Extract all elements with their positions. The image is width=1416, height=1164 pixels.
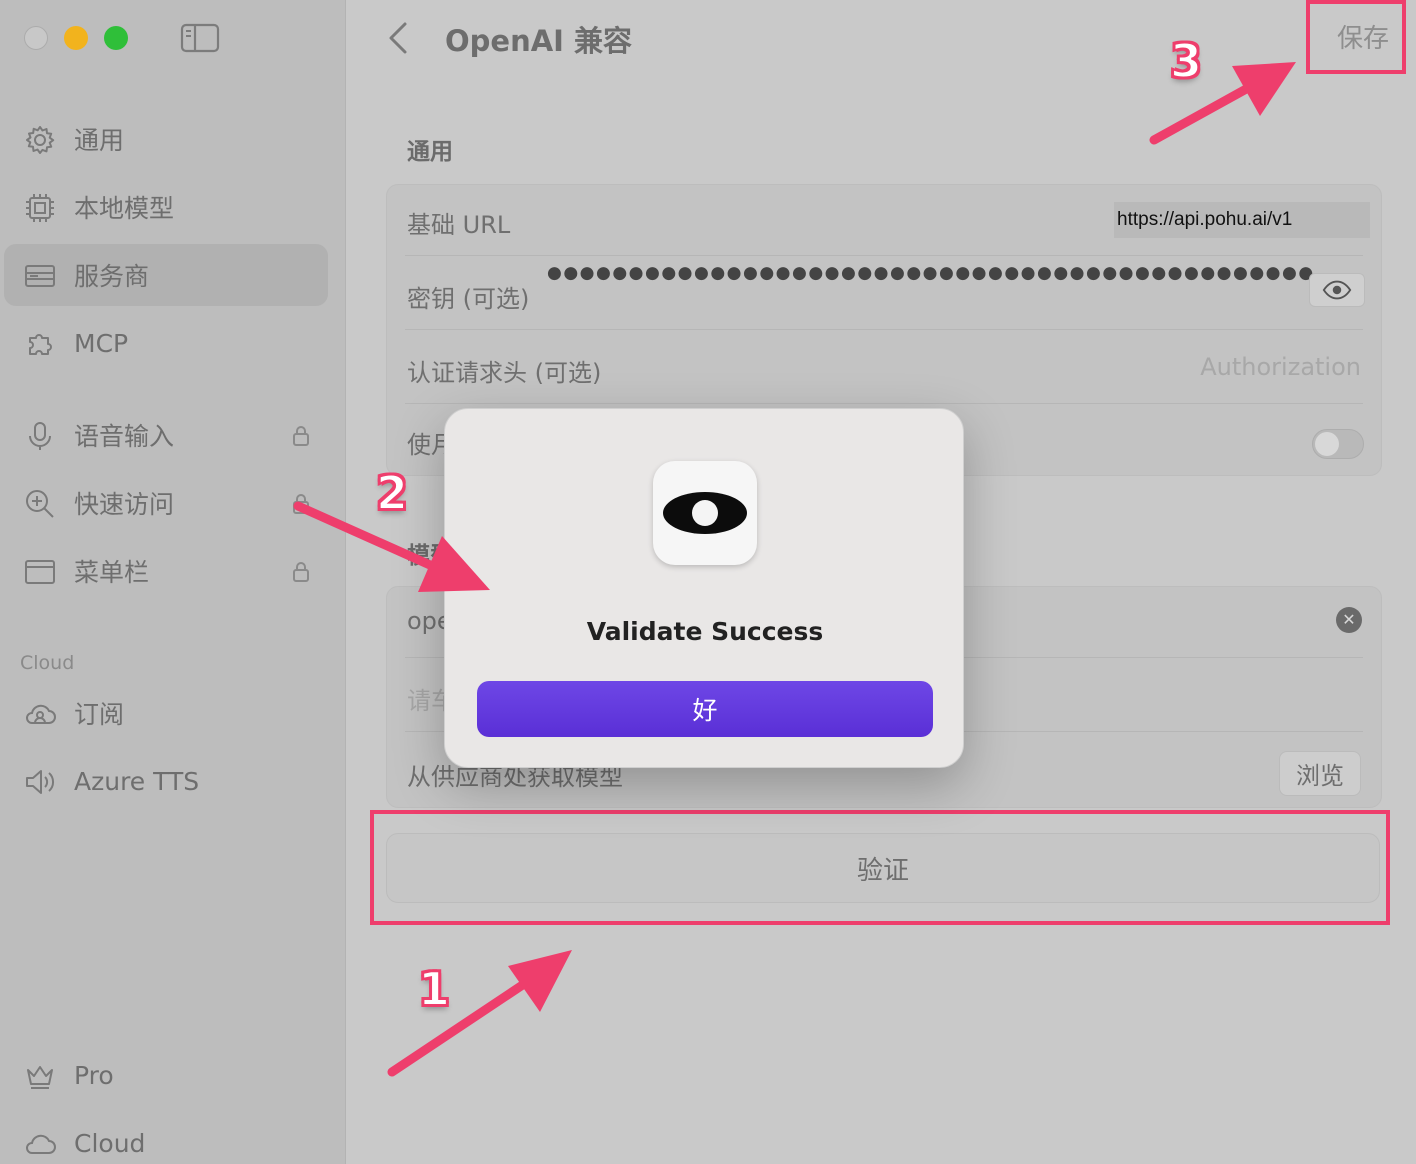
annotation-arrows [293, 62, 1296, 1077]
annotation-number-3: 3 [1169, 33, 1203, 89]
annotation-number-2: 2 [375, 465, 409, 521]
annotation-number-1: 1 [417, 961, 451, 1017]
